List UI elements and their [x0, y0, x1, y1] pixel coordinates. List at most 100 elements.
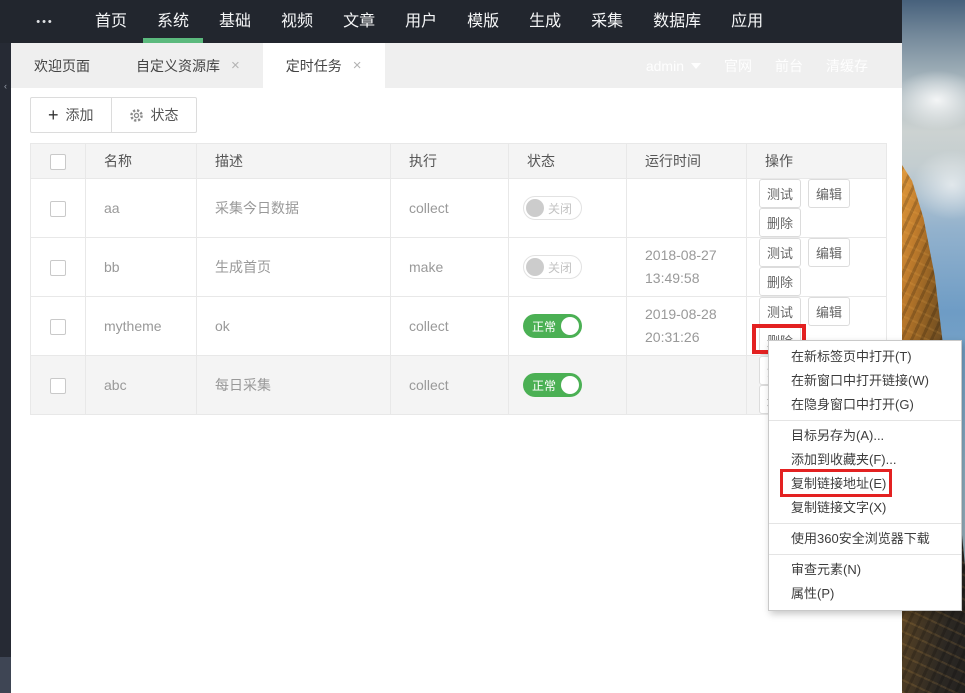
nav-item-collect[interactable]: 采集 [576, 0, 638, 43]
header-link-site[interactable]: 官网 [724, 56, 752, 76]
menu-item-properties[interactable]: 属性(P) [769, 582, 961, 606]
toggle-knob [561, 376, 580, 394]
menu-item-open-new-window[interactable]: 在新窗口中打开链接(W) [769, 369, 961, 393]
cell-status: 关闭 [508, 237, 627, 297]
tab-custom-resource[interactable]: 自定义资源库 × [113, 43, 263, 88]
nav-item-video[interactable]: 视频 [266, 0, 328, 43]
tab-scheduled-task[interactable]: 定时任务 × [262, 43, 385, 88]
menu-item-open-new-tab[interactable]: 在新标签页中打开(T) [769, 345, 961, 369]
nav-item-database[interactable]: 数据库 [638, 0, 716, 43]
nav-item-app[interactable]: 应用 [716, 0, 778, 43]
sidebar-collapse-icon[interactable]: ‹ [0, 81, 11, 91]
nav-item-basic[interactable]: 基础 [204, 0, 266, 43]
more-menu-icon[interactable]: ••• [28, 0, 62, 43]
toggle-label: 正常 [532, 319, 557, 334]
row-checkbox[interactable] [50, 377, 66, 394]
status-button[interactable]: 状态 [111, 97, 197, 133]
tab-close-icon[interactable]: × [231, 58, 240, 73]
cell-exec: collect [390, 355, 509, 415]
sidebar-bottom-segment [0, 657, 11, 693]
cell-name: abc [85, 355, 197, 415]
select-all-checkbox[interactable] [50, 153, 66, 170]
table-header-row: 名称 描述 执行 状态 运行时间 操作 [30, 143, 887, 179]
tab-welcome[interactable]: 欢迎页面 [11, 43, 113, 88]
edit-button[interactable]: 编辑 [808, 238, 851, 267]
cell-runtime [626, 355, 747, 415]
browser-window: ••• 首页 系统 基础 视频 文章 用户 模版 生成 采集 数据库 应用 ‹ 欢迎页面 自定义资源库… [0, 0, 902, 693]
menu-separator [769, 420, 961, 421]
top-nav: ••• 首页 系统 基础 视频 文章 用户 模版 生成 采集 数据库 应用 [0, 0, 902, 43]
cell-actions: 测试编辑删除 [746, 237, 887, 297]
nav-item-system[interactable]: 系统 [142, 0, 204, 43]
header-checkbox-cell [30, 143, 86, 179]
menu-item-download-with-360[interactable]: 使用360安全浏览器下载 [769, 527, 961, 551]
nav-item-home[interactable]: 首页 [80, 0, 142, 43]
header-link-clear-cache[interactable]: 清缓存 [826, 56, 868, 76]
row-checkbox-cell [30, 296, 86, 356]
table-row: aa 采集今日数据 collect 关闭 测试 编辑删除 [30, 178, 887, 238]
tab-label: 定时任务 [285, 57, 342, 74]
toggle-knob [526, 199, 544, 217]
runtime-clock: 13:49:58 [645, 270, 700, 286]
nav-item-user[interactable]: 用户 [390, 0, 452, 43]
cell-desc: ok [196, 296, 391, 356]
row-checkbox[interactable] [50, 318, 66, 335]
column-header-exec: 执行 [390, 143, 509, 179]
cell-runtime: 2018-08-27 13:49:58 [626, 237, 747, 297]
add-button[interactable]: + 添加 [30, 97, 112, 133]
nav-item-article[interactable]: 文章 [328, 0, 390, 43]
cell-runtime: 2019-08-28 20:31:26 [626, 296, 747, 356]
cell-status: 正常 [508, 296, 627, 356]
tab-label: 自定义资源库 [136, 57, 220, 74]
menu-separator [769, 523, 961, 524]
test-button[interactable]: 测试 [759, 238, 802, 267]
menu-item-inspect-element[interactable]: 审查元素(N) [769, 558, 961, 582]
edit-button[interactable]: 编辑 [808, 297, 851, 326]
screen: ••• 首页 系统 基础 视频 文章 用户 模版 生成 采集 数据库 应用 ‹ 欢迎页面 自定义资源库… [0, 0, 965, 693]
menu-item-save-target-as[interactable]: 目标另存为(A)... [769, 424, 961, 448]
status-toggle[interactable]: 正常 [523, 314, 583, 338]
test-button[interactable]: 测试 [759, 297, 802, 326]
cell-status: 关闭 [508, 178, 627, 238]
header-links: admin 官网 前台 清缓存 [646, 43, 868, 88]
column-header-status: 状态 [508, 143, 627, 179]
tab-close-icon[interactable]: × [353, 58, 362, 73]
cell-status: 正常 [508, 355, 627, 415]
cell-desc: 生成首页 [196, 237, 391, 297]
task-table: 名称 描述 执行 状态 运行时间 操作 aa 采集今日数据 collect 关闭 测试 编辑删除 bb… [30, 143, 887, 415]
plus-icon: + [48, 105, 59, 125]
row-checkbox[interactable] [50, 259, 66, 276]
add-button-label: 添加 [65, 107, 94, 123]
row-checkbox[interactable] [50, 200, 66, 217]
user-menu[interactable]: admin [646, 58, 701, 74]
cell-name: bb [85, 237, 197, 297]
menu-item-copy-link-text[interactable]: 复制链接文字(X) [769, 496, 961, 520]
runtime-date: 2018-08-27 [645, 247, 717, 263]
delete-button[interactable]: 删除 [759, 208, 802, 237]
tab-label: 欢迎页面 [34, 57, 90, 74]
row-checkbox-cell [30, 237, 86, 297]
toggle-label: 正常 [532, 378, 557, 393]
row-checkbox-cell [30, 355, 86, 415]
menu-item-copy-link-address[interactable]: 复制链接地址(E) [769, 472, 961, 496]
status-toggle[interactable]: 正常 [523, 373, 583, 397]
menu-item-add-to-favorites[interactable]: 添加到收藏夹(F)... [769, 448, 961, 472]
cell-actions: 测试编辑删除 [746, 178, 887, 238]
cell-runtime [626, 178, 747, 238]
nav-item-generate[interactable]: 生成 [514, 0, 576, 43]
status-toggle[interactable]: 关闭 [523, 255, 583, 279]
toggle-label: 关闭 [548, 201, 573, 216]
context-menu: 在新标签页中打开(T) 在新窗口中打开链接(W) 在隐身窗口中打开(G) 目标另存为(… [768, 340, 962, 611]
menu-separator [769, 554, 961, 555]
nav-item-template[interactable]: 模版 [452, 0, 514, 43]
delete-button[interactable]: 删除 [759, 267, 802, 296]
cell-exec: make [390, 237, 509, 297]
cloud-image [902, 70, 965, 130]
gear-icon [129, 108, 144, 123]
header-link-front[interactable]: 前台 [775, 56, 803, 76]
menu-item-open-incognito[interactable]: 在隐身窗口中打开(G) [769, 393, 961, 417]
test-button[interactable]: 测试 [759, 179, 802, 208]
status-toggle[interactable]: 关闭 [523, 196, 583, 220]
edit-button[interactable]: 编辑 [808, 179, 851, 208]
row-checkbox-cell [30, 178, 86, 238]
